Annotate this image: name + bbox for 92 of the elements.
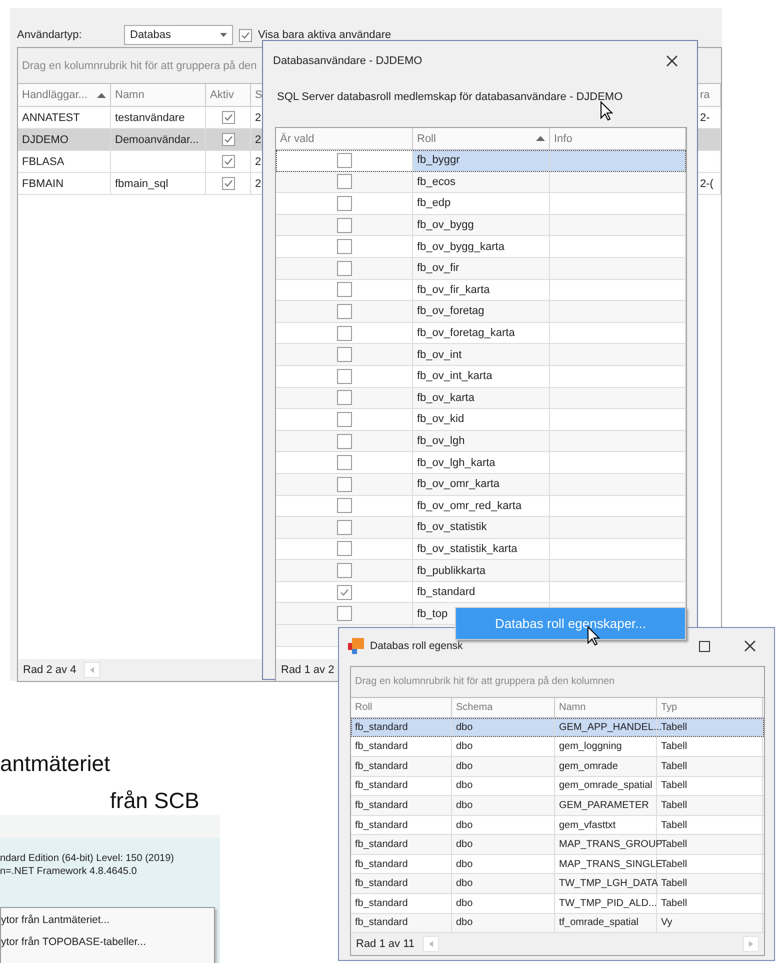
table-cell: fb_standard [355, 800, 408, 811]
role-name: fb_ov_karta [417, 392, 474, 404]
info-text: ndard Edition (64-bit) Level: 150 (2019) [0, 852, 175, 865]
table-cell: gem_omrade [559, 760, 618, 772]
role-name: fb_ov_omr_karta [417, 478, 500, 490]
table-cell: dbo [456, 820, 473, 830]
table-cell: Tabell [661, 858, 688, 870]
table-cell: dbo [456, 741, 473, 752]
table-cell: fb_standard [355, 760, 408, 772]
table-cell: MAP_TRANS_GROUP [559, 839, 662, 850]
role-name: fb_ov_int_karta [417, 370, 492, 382]
slide-text: antmäteriet [0, 750, 112, 778]
table-cell: 2- [700, 112, 710, 124]
table-cell: TW_TMP_LGH_DATA [559, 878, 658, 890]
role-name: fb_ov_fir [417, 262, 460, 274]
table-cell: TW_TMP_PID_ALD... [559, 898, 657, 909]
role-name: fb_ov_foretag_karta [417, 327, 515, 340]
table-cell: dbo [456, 878, 473, 890]
table-cell: FBMAIN [22, 178, 64, 190]
row-count: Rad 2 av 4 [23, 664, 76, 676]
table-cell: Tabell [661, 898, 688, 909]
table-cell: DJDEMO [22, 134, 68, 146]
table-cell: MAP_TRANS_SINGLE [559, 858, 662, 870]
table-cell: fb_standard [355, 722, 408, 733]
role-name: fb_ov_kid [417, 413, 464, 426]
table-cell: fb_standard [355, 741, 408, 752]
table-cell: fb_standard [355, 917, 408, 928]
table-cell: GEM_APP_HANDEL... [559, 722, 662, 733]
table-cell: testanvändare [115, 112, 185, 124]
role-name: fb_ov_omr_red_karta [417, 500, 522, 512]
table-cell: dbo [456, 800, 473, 811]
table-cell: gem_loggning [559, 741, 622, 752]
table-cell: dbo [456, 839, 473, 850]
table-cell: 2 [255, 156, 262, 168]
table-cell: Tabell [661, 800, 688, 811]
table-cell: Tabell [661, 722, 688, 733]
role-name: fb_ov_statistik_karta [417, 542, 518, 555]
role-name: fb_ov_foretag [417, 305, 484, 318]
table-cell: ANNATEST [22, 112, 80, 124]
table-cell: Demoanvändar... [115, 134, 199, 146]
table-cell: fb_standard [355, 839, 408, 850]
role-name: fb_publikkarta [417, 564, 486, 577]
table-cell: 2 [255, 178, 262, 190]
table-cell: fb_standard [355, 820, 408, 830]
table-cell: Tabell [661, 760, 688, 772]
role-name: fb_ov_statistik [417, 521, 487, 534]
role-name: fb_standard [417, 586, 476, 598]
role-name: fb_byggr [417, 154, 460, 166]
row-count: Rad 1 av 11 [356, 938, 415, 950]
table-cell: 2-( [700, 178, 714, 190]
table-cell: 2 [255, 112, 262, 124]
table-cell: Tabell [661, 780, 688, 792]
table-cell: gem_omrade_spatial [559, 780, 652, 792]
table-cell: fb_standard [355, 858, 408, 870]
role-name: fb_ov_int [417, 348, 462, 361]
user-type-label: Användartyp: [17, 29, 83, 41]
window-title: Databasanvändare - DJDEMO [273, 55, 422, 67]
table-cell: dbo [456, 858, 473, 870]
table-cell: dbo [456, 780, 473, 792]
table-cell: tf_omrade_spatial [559, 917, 638, 928]
role-name: fb_ov_bygg_karta [417, 240, 504, 253]
table-cell: Tabell [661, 839, 688, 850]
table-cell: GEM_PARAMETER [559, 800, 649, 811]
role-name: fb_ov_fir_karta [417, 284, 490, 296]
slide-text: från SCB [109, 787, 200, 815]
table-cell: fb_standard [355, 878, 408, 890]
table-cell: FBLASA [22, 156, 64, 168]
table-cell: gem_vfasttxt [559, 820, 616, 830]
role-name: fb_ov_lgh [417, 435, 465, 448]
role-name: fb_ecos [417, 176, 456, 188]
row-count: Rad 1 av 2 [281, 664, 334, 676]
active-only-label: Visa bara aktiva användare [258, 29, 392, 41]
role-name: fb_ov_lgh_karta [417, 456, 496, 469]
info-text: n=.NET Framework 4.8.4645.0 [0, 865, 138, 878]
table-cell: 2 [255, 134, 262, 146]
dialog-heading: SQL Server databasroll medlemskap för databasanvändare - DJDEMO [276, 90, 624, 103]
window-title: Databas roll egensk [370, 640, 463, 652]
table-cell: Vy [661, 917, 672, 928]
group-panel-hint: Drag en kolumnrubrik hit för att gruppera på den kolumnen [351, 667, 764, 698]
table-cell: dbo [456, 898, 473, 909]
table-cell: fb_standard [355, 780, 408, 792]
table-cell: dbo [456, 722, 473, 733]
role-name: fb_edp [417, 197, 451, 210]
table-cell: fb_standard [355, 898, 408, 909]
table-cell: Tabell [661, 878, 688, 890]
table-cell: dbo [456, 760, 473, 772]
table-cell: dbo [456, 917, 473, 928]
table-cell: Tabell [661, 820, 688, 830]
role-name: fb_ov_bygg [417, 219, 474, 232]
table-cell: Tabell [661, 741, 688, 752]
role-name: fb_top [417, 608, 448, 620]
table-cell: fbmain_sql [115, 178, 168, 190]
